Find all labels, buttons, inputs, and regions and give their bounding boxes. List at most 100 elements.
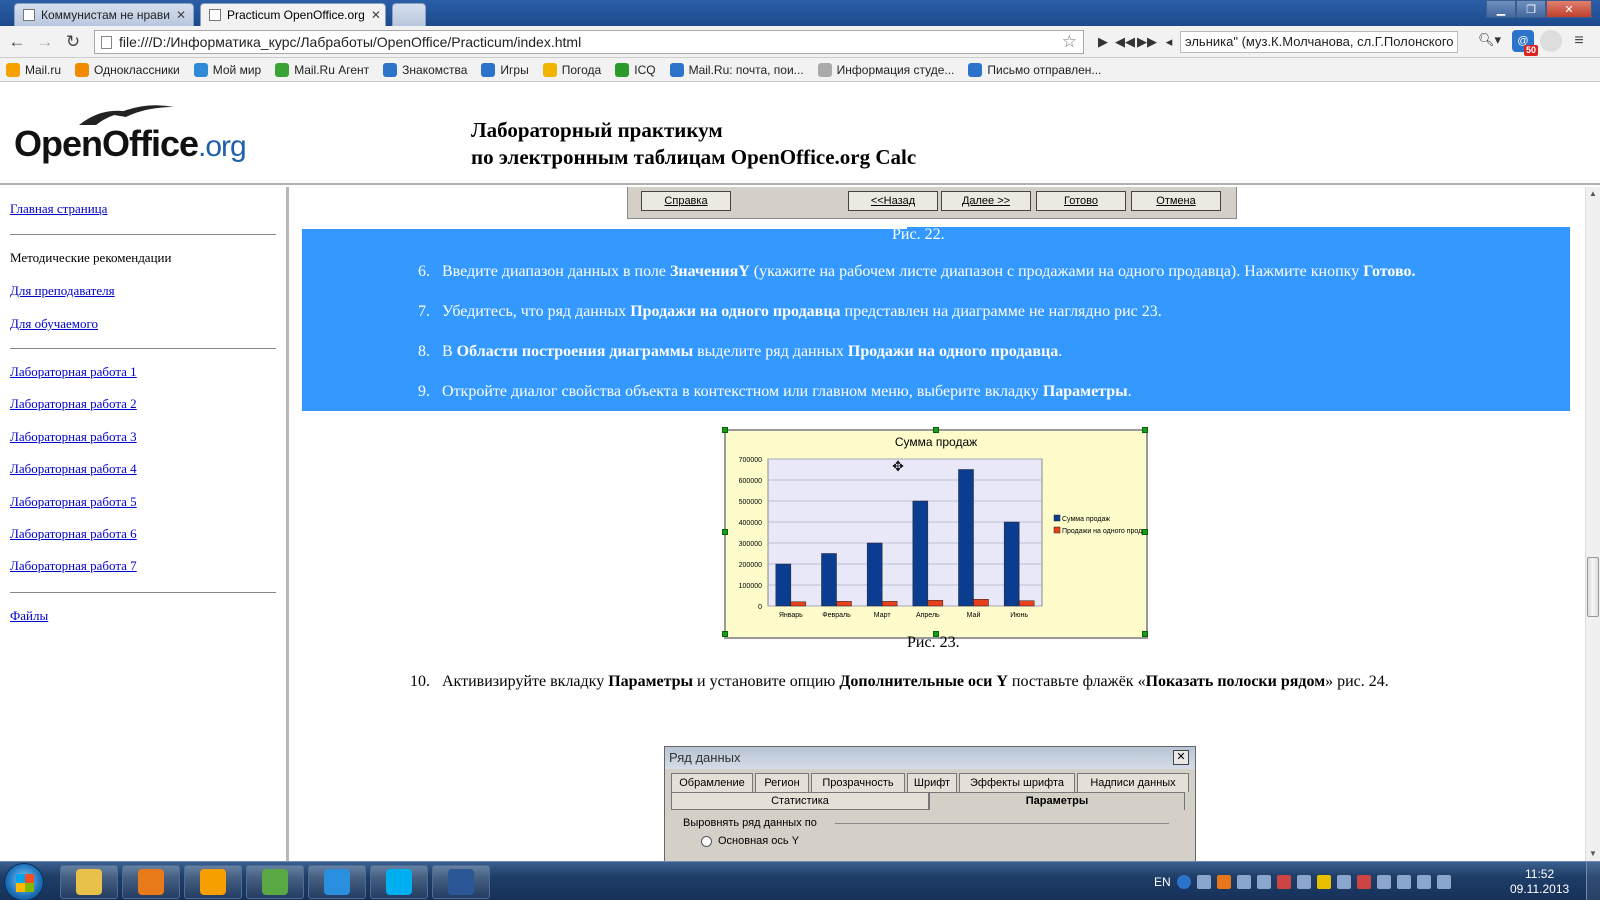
search-icon[interactable]: 🔍︎▾ xyxy=(1478,32,1501,48)
dialog-tab[interactable]: Надписи данных xyxy=(1077,773,1189,792)
cancel-button[interactable]: Отмена xyxy=(1131,191,1221,211)
selection-handle[interactable] xyxy=(933,427,939,433)
dialog-tab[interactable]: Прозрачность xyxy=(811,773,905,792)
volume-icon[interactable] xyxy=(1436,874,1451,889)
bookmark-item[interactable]: Игры xyxy=(481,62,529,77)
tray-app-icon[interactable] xyxy=(1276,874,1291,889)
taskbar-skype-button[interactable] xyxy=(370,865,428,899)
sidebar-lab-5-link[interactable]: Лабораторная работа 5 xyxy=(10,494,137,510)
sidebar-lab-7-link[interactable]: Лабораторная работа 7 xyxy=(10,558,137,574)
minimize-icon[interactable]: ▁ xyxy=(1486,0,1516,18)
selection-handle[interactable] xyxy=(1142,529,1148,535)
sales-chart[interactable]: Сумма продаж 0 100000 200000 300000 400000 500… xyxy=(722,427,1158,639)
page-scrollbar[interactable]: ▲ ▼ xyxy=(1585,187,1600,861)
sidebar-lab-2-link[interactable]: Лабораторная работа 2 xyxy=(10,396,137,412)
scroll-down-icon[interactable]: ▼ xyxy=(1586,847,1600,861)
taskbar-internet-explorer-button[interactable] xyxy=(308,865,366,899)
tab-statistics[interactable]: Статистика xyxy=(671,792,929,810)
bookmark-item[interactable]: Погода xyxy=(542,62,601,77)
dialog-tab[interactable]: Регион xyxy=(755,773,809,792)
bookmark-item[interactable]: Mail.Ru: почта, пои... xyxy=(669,62,804,77)
tab-parameters[interactable]: Параметры xyxy=(929,792,1185,810)
scrollbar-thumb[interactable] xyxy=(1587,557,1599,617)
next-button[interactable]: Далее >> xyxy=(941,191,1031,211)
close-tab-icon[interactable]: ✕ xyxy=(176,8,186,22)
volume-icon[interactable]: ◂ xyxy=(1158,30,1180,54)
finish-button[interactable]: Готово xyxy=(1036,191,1126,211)
selection-handle[interactable] xyxy=(722,427,728,433)
language-indicator[interactable]: EN xyxy=(1154,875,1171,889)
selection-handle[interactable] xyxy=(1142,427,1148,433)
bookmark-item[interactable]: Письмо отправлен... xyxy=(968,62,1101,77)
selection-handle[interactable] xyxy=(722,529,728,535)
dialog-tab[interactable]: Эффекты шрифта xyxy=(959,773,1075,792)
figure-caption-22: Рис. 22. xyxy=(892,226,945,243)
tray-app-icon[interactable] xyxy=(1356,874,1371,889)
address-bar[interactable]: file:///D:/Информатика_курс/Лабработы/Op… xyxy=(94,30,1084,54)
previous-track-icon[interactable]: ◀◀ xyxy=(1114,30,1136,54)
tray-app-icon[interactable] xyxy=(1316,874,1331,889)
taskbar-explorer-button[interactable] xyxy=(60,865,118,899)
new-tab-button[interactable] xyxy=(392,3,426,26)
bookmark-item[interactable]: Mail.ru xyxy=(6,62,61,77)
help-icon[interactable] xyxy=(1176,874,1191,889)
scroll-up-icon[interactable]: ▲ xyxy=(1586,187,1600,201)
sidebar-lab-6-link[interactable]: Лабораторная работа 6 xyxy=(10,526,137,542)
bookmark-item[interactable]: Знакомства xyxy=(383,62,467,77)
close-tab-icon[interactable]: ✕ xyxy=(371,8,381,22)
sidebar-lab-1-link[interactable]: Лабораторная работа 1 xyxy=(10,364,137,380)
back-arrow-icon[interactable]: ← xyxy=(6,31,28,53)
sidebar-student-link[interactable]: Для обучаемого xyxy=(10,316,98,332)
next-track-icon[interactable]: ▶▶ xyxy=(1136,30,1158,54)
help-button[interactable]: Справка xyxy=(641,191,731,211)
tray-app-icon[interactable] xyxy=(1336,874,1351,889)
tray-app-icon[interactable] xyxy=(1256,874,1271,889)
bookmark-item[interactable]: Одноклассники xyxy=(75,62,180,77)
tray-app-icon[interactable] xyxy=(1296,874,1311,889)
clock[interactable]: 11:52 09.11.2013 xyxy=(1510,867,1569,897)
sidebar-teacher-link[interactable]: Для преподавателя xyxy=(10,283,115,299)
dialog-tab[interactable]: Обрамление xyxy=(671,773,753,792)
menu-icon[interactable]: ≡ xyxy=(1568,30,1590,52)
primary-y-axis-radio[interactable]: Основная ось Y xyxy=(701,835,799,847)
dialog-tab[interactable]: Шрифт xyxy=(907,773,957,792)
taskbar-mail-agent-button[interactable] xyxy=(184,865,242,899)
sidebar-lab-3-link[interactable]: Лабораторная работа 3 xyxy=(10,429,137,445)
show-desktop-button[interactable] xyxy=(1586,862,1600,900)
reload-icon[interactable]: ↻ xyxy=(62,31,84,53)
forward-arrow-icon[interactable]: → xyxy=(34,31,56,53)
sidebar-files-link[interactable]: Файлы xyxy=(10,608,48,624)
taskbar-word-button[interactable] xyxy=(432,865,490,899)
tab-communists[interactable]: Коммунистам не нрави ✕ xyxy=(14,3,194,26)
tray-app-icon[interactable] xyxy=(1376,874,1391,889)
bar-per-seller-4 xyxy=(927,600,944,607)
dialog-close-icon[interactable]: ✕ xyxy=(1173,750,1189,765)
bookmark-item[interactable]: Mail.Ru Агент xyxy=(275,62,369,77)
back-button[interactable]: <<Назад xyxy=(848,191,938,211)
play-icon[interactable]: ▶ xyxy=(1092,30,1114,54)
start-button[interactable] xyxy=(4,863,44,900)
signal-icon[interactable] xyxy=(1416,874,1431,889)
mail-at-icon xyxy=(6,62,20,77)
battery-icon[interactable] xyxy=(1396,874,1411,889)
close-window-icon[interactable]: ✕ xyxy=(1546,0,1592,18)
sidebar-home-link[interactable]: Главная страница xyxy=(10,201,107,217)
taskbar-media-player-button[interactable] xyxy=(122,865,180,899)
bookmark-item[interactable]: ICQ xyxy=(615,62,656,77)
bookmark-star-icon[interactable]: ☆ xyxy=(1062,31,1077,53)
profile-icon[interactable] xyxy=(1540,30,1562,52)
bluetooth-icon[interactable] xyxy=(1236,874,1251,889)
selection-handle[interactable] xyxy=(1142,631,1148,637)
step-bold-text: ЗначенияY xyxy=(669,263,750,280)
step-bold-text: Показать полоски рядом xyxy=(1145,673,1326,690)
taskbar-chrome-button[interactable] xyxy=(246,865,304,899)
mail-extension-icon[interactable]: @50 xyxy=(1512,30,1538,56)
tray-app-icon[interactable] xyxy=(1216,874,1231,889)
sidebar-lab-4-link[interactable]: Лабораторная работа 4 xyxy=(10,461,137,477)
maximize-icon[interactable]: ❐ xyxy=(1516,0,1546,18)
bookmark-item[interactable]: Информация студе... xyxy=(817,62,954,77)
bookmark-item[interactable]: Мой мир xyxy=(193,62,261,77)
tab-practicum[interactable]: Practicum OpenOffice.org ✕ xyxy=(200,3,386,26)
network-icon[interactable] xyxy=(1196,874,1211,889)
selection-handle[interactable] xyxy=(722,631,728,637)
